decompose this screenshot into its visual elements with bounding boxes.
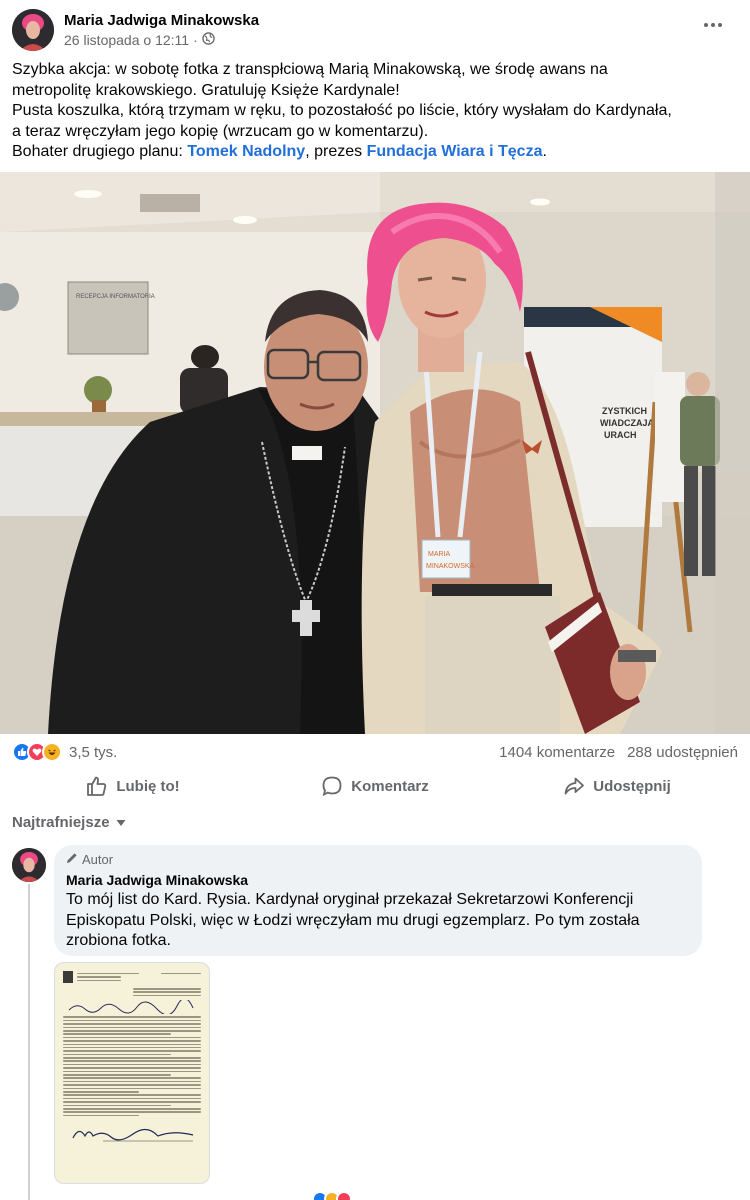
share-icon [563, 775, 585, 797]
post-text: Szybka akcja: w sobotę fotka z transpłci… [12, 60, 738, 163]
shares-count[interactable]: 288 udostępnień [627, 744, 738, 761]
mention-tomek-nadolny[interactable]: Tomek Nadolny [187, 143, 305, 160]
post-timestamp[interactable]: 26 listopada o 12:11 [64, 31, 189, 49]
text-middle: , prezes [305, 143, 367, 160]
comment-reaction-icons[interactable] [312, 1191, 352, 1200]
post-text-line: Szybka akcja: w sobotę fotka z transpłci… [12, 61, 608, 78]
post-card: Maria Jadwiga Minakowska 26 listopada o … [0, 0, 750, 1200]
comment-label: Komentarz [351, 777, 429, 795]
name-badge-line2: MINAKOWSKA [426, 563, 475, 570]
post-header: Maria Jadwiga Minakowska 26 listopada o … [12, 8, 259, 52]
share-label: Udostępnij [593, 777, 671, 795]
comment-text-line: To mój list do Kard. Rysia. Kardynał ory… [66, 891, 634, 908]
comment-icon [321, 775, 343, 797]
author-avatar[interactable] [12, 9, 54, 51]
dot-separator: · [193, 32, 198, 48]
like-button[interactable]: Lubię to! [12, 775, 254, 797]
love-reaction-icon [336, 1191, 352, 1200]
comment-button[interactable]: Komentarz [254, 775, 496, 797]
thread-line [28, 884, 30, 1200]
post-text-line: Pusta koszulka, którą trzymam w ręku, to… [12, 102, 672, 119]
reactions-summary: 3,5 tys. 1404 komentarze 288 udostępnień [12, 740, 738, 764]
post-author-name[interactable]: Maria Jadwiga Minakowska [64, 11, 259, 31]
text-prefix: Bohater drugiego planu: [12, 143, 188, 160]
reactions-count[interactable]: 3,5 tys. [69, 744, 117, 761]
comment-text-line: Episkopatu Polski, więc w Łodzi wręczyła… [66, 911, 640, 929]
thumbs-up-icon [86, 775, 108, 797]
pencil-icon [66, 852, 78, 868]
comment-sort-dropdown[interactable]: Najtrafniejsze [12, 811, 126, 833]
caret-down-icon [116, 814, 126, 831]
text-suffix: . [542, 143, 547, 160]
post-photo[interactable]: RECEPCJA INFORMATORIA ZYSTKICH WIADCZAJĄ… [0, 172, 750, 734]
sort-label: Najtrafniejsze [12, 813, 110, 831]
name-badge-line1: MARIA [428, 551, 451, 558]
comment-author-name[interactable]: Maria Jadwiga Minakowska [66, 870, 690, 890]
reception-sign-text: RECEPCJA INFORMATORIA [76, 294, 155, 300]
comment-attachment-letter-image[interactable] [54, 962, 210, 1184]
reaction-icons[interactable] [12, 742, 62, 762]
like-label: Lubię to! [116, 777, 180, 795]
commenter-avatar[interactable] [12, 848, 46, 882]
post-text-line: metropolitę krakowskiego. Gratuluję Księ… [12, 81, 400, 99]
more-options-icon[interactable] [702, 14, 724, 36]
post-text-line: Bohater drugiego planu: Tomek Nadolny, p… [12, 142, 738, 163]
banner-text-2: WIADCZAJĄ [600, 418, 654, 428]
comment-text-line: zrobiona fotka. [66, 932, 171, 949]
post-actions: Lubię to! Komentarz Udostępnij [12, 770, 738, 802]
haha-reaction-icon [42, 742, 62, 762]
banner-text-1: ZYSTKICH [602, 406, 647, 416]
comments-count[interactable]: 1404 komentarze [499, 744, 615, 761]
share-button[interactable]: Udostępnij [496, 775, 738, 797]
mention-fundacja-wiara-i-tecza[interactable]: Fundacja Wiara i Tęcza [367, 143, 543, 160]
post-text-line: a teraz wręczyłam jego kopię (wrzucam go… [12, 122, 429, 140]
author-badge-label: Autor [82, 852, 114, 867]
banner-text-3: URACH [604, 430, 637, 440]
comment-bubble: Autor Maria Jadwiga Minakowska To mój li… [54, 845, 702, 956]
globe-icon [202, 31, 215, 49]
author-badge: Autor [66, 852, 690, 868]
